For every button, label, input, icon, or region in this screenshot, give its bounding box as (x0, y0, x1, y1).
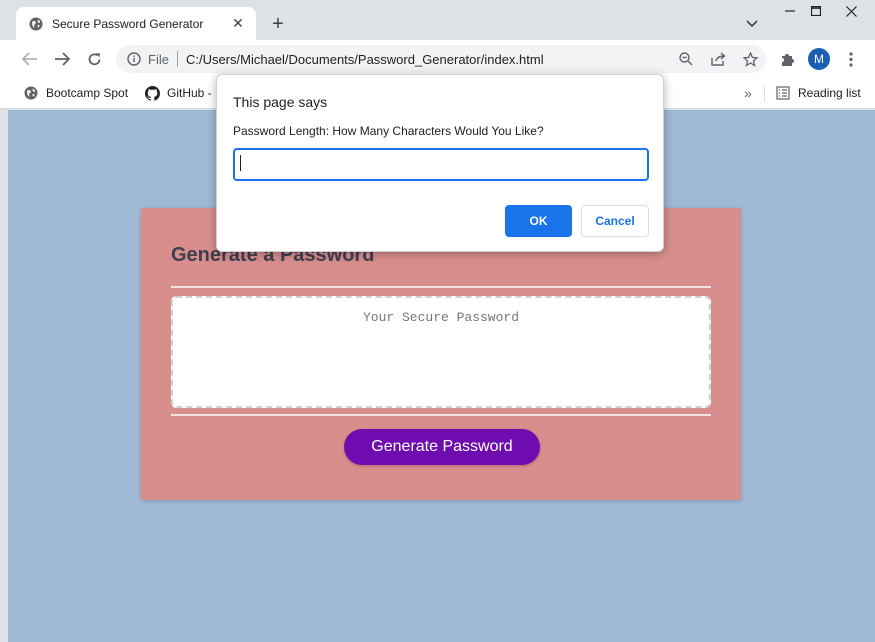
omnibox-divider (176, 51, 178, 67)
restore-button[interactable] (801, 0, 831, 22)
github-icon (144, 85, 160, 101)
info-icon[interactable] (126, 51, 142, 67)
tab-strip: Secure Password Generator ✕ + (0, 0, 875, 40)
reading-list-icon (775, 85, 791, 101)
url-text[interactable]: C:/Users/Michael/Documents/Password_Gene… (186, 52, 670, 67)
bookmark-github[interactable]: GitHub - (144, 83, 212, 103)
zoom-icon[interactable] (670, 48, 702, 70)
bookmarks-divider (764, 85, 765, 102)
globe-icon (28, 16, 44, 32)
dialog-title: This page says (233, 94, 328, 110)
back-arrow-icon[interactable] (19, 48, 41, 70)
password-length-input[interactable] (233, 148, 649, 181)
reading-list-label: Reading list (798, 86, 861, 100)
divider (171, 286, 711, 288)
reading-list-button[interactable]: Reading list (775, 83, 861, 103)
star-icon[interactable] (734, 48, 766, 70)
password-textarea[interactable]: Your Secure Password (171, 296, 711, 408)
url-scheme: File (148, 51, 169, 67)
close-icon[interactable]: ✕ (230, 15, 246, 32)
text-caret (240, 155, 241, 171)
address-bar[interactable]: File C:/Users/Michael/Documents/Password… (116, 45, 766, 73)
browser-tab[interactable]: Secure Password Generator ✕ (16, 7, 256, 40)
bookmark-bootcamp-spot[interactable]: Bootcamp Spot (23, 83, 128, 103)
bookmark-label: Bootcamp Spot (46, 86, 129, 100)
extensions-puzzle-icon[interactable] (776, 48, 798, 70)
reload-icon[interactable] (83, 48, 105, 70)
globe-icon (23, 85, 39, 101)
more-bookmarks-icon[interactable]: » (739, 83, 757, 103)
tab-search-icon[interactable] (742, 12, 762, 36)
generate-password-button[interactable]: Generate Password (344, 429, 540, 465)
bookmark-label: GitHub - (167, 86, 212, 100)
share-icon[interactable] (702, 48, 734, 70)
forward-arrow-icon[interactable] (51, 48, 73, 70)
prompt-dialog: This page says Password Length: How Many… (216, 74, 664, 252)
divider (171, 414, 711, 416)
ok-button[interactable]: OK (505, 205, 572, 237)
browser-toolbar: File C:/Users/Michael/Documents/Password… (0, 40, 875, 78)
cancel-button[interactable]: Cancel (581, 205, 649, 237)
close-window-button[interactable] (836, 0, 866, 22)
menu-kebab-icon[interactable] (840, 48, 862, 70)
password-placeholder: Your Secure Password (362, 310, 520, 325)
tab-title: Secure Password Generator (52, 16, 204, 31)
new-tab-button[interactable]: + (266, 12, 290, 36)
profile-avatar[interactable]: M (808, 48, 830, 70)
dialog-message: Password Length: How Many Characters Wou… (233, 124, 544, 138)
